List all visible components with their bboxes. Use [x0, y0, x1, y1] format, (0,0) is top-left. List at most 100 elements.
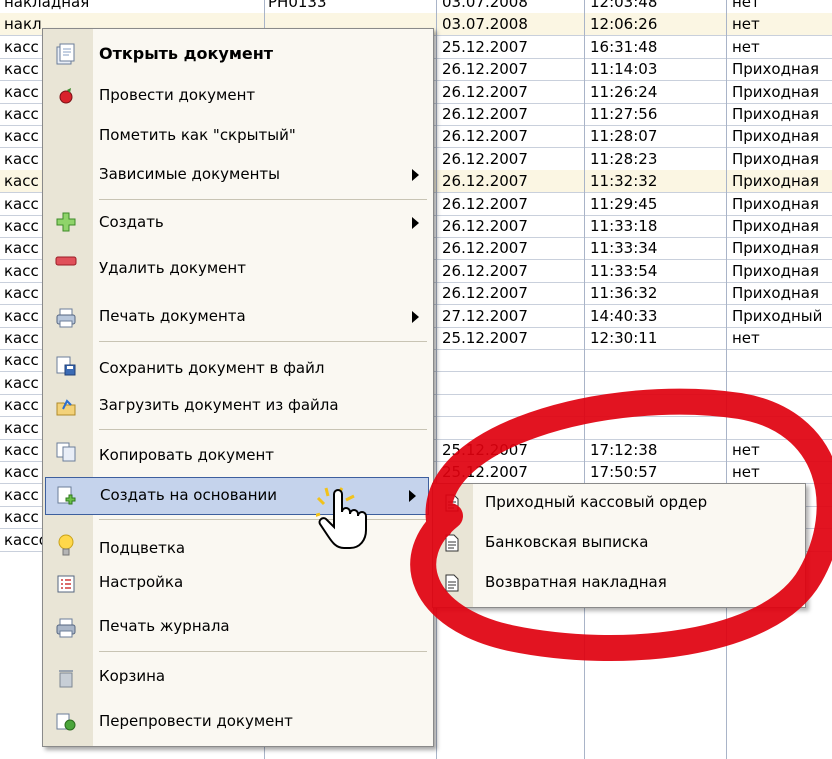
table-cell: Приходная: [732, 150, 819, 168]
document-icon: [445, 494, 459, 512]
menu-item-mark-hidden[interactable]: Пометить как "скрытый": [43, 117, 433, 153]
menu-item-print-journal[interactable]: Печать журнала: [43, 611, 433, 647]
menu-item-save-to-file[interactable]: Сохранить документ в файл: [43, 347, 433, 385]
table-cell: 26.12.2007: [442, 127, 528, 145]
menu-item-label: Печать документа: [99, 307, 246, 325]
table-cell: накладная: [4, 0, 90, 11]
table-cell: 26.12.2007: [442, 83, 528, 101]
table-cell: [442, 417, 572, 439]
menu-item-label: Загрузить документ из файла: [99, 396, 339, 414]
table-cell: 16:31:48: [590, 38, 658, 56]
table-cell: 11:36:32: [590, 284, 658, 302]
save-to-file-icon: [53, 353, 79, 379]
table-cell: 26.12.2007: [442, 60, 528, 78]
menu-item-label: Зависимые документы: [99, 165, 280, 183]
submenu-item-cash-receipt-order[interactable]: Приходный кассовый ордер: [433, 484, 805, 522]
table-cell: 11:33:54: [590, 262, 658, 280]
open-document-icon: [53, 41, 79, 67]
menu-item-label: Настройка: [99, 573, 184, 591]
table-cell: 03.07.2008: [442, 0, 528, 11]
table-cell: Приходная: [732, 83, 819, 101]
table-cell: РН0133: [268, 0, 327, 11]
menu-item-settings[interactable]: Настройка: [43, 567, 433, 603]
table-cell: 11:28:07: [590, 127, 658, 145]
table-cell: Приходная: [732, 105, 819, 123]
menu-separator: [99, 199, 427, 200]
menu-item-copy-document[interactable]: Копировать документ: [43, 433, 433, 471]
menu-item-open-document[interactable]: Открыть документ: [43, 35, 433, 75]
table-cell: 11:26:24: [590, 83, 658, 101]
column-divider: [726, 0, 727, 759]
table-cell: 11:32:32: [590, 172, 658, 190]
table-cell: 26.12.2007: [442, 195, 528, 213]
repost-document-icon: [53, 709, 79, 735]
menu-item-label: Подцветка: [99, 539, 186, 557]
menu-item-label: Открыть документ: [99, 44, 274, 63]
table-cell: [442, 394, 572, 416]
create-based-on-submenu: Приходный кассовый ордер Банковская выпи…: [432, 483, 806, 608]
table-cell: 03.07.2008: [442, 15, 528, 33]
settings-list-icon: [53, 571, 79, 597]
submenu-arrow-icon: [412, 169, 419, 181]
table-cell: 27.12.2007: [442, 307, 528, 325]
load-from-file-icon: [53, 393, 79, 419]
menu-item-create[interactable]: Создать: [43, 205, 433, 241]
table-cell: 26.12.2007: [442, 105, 528, 123]
menu-item-label: Корзина: [99, 667, 166, 685]
table-cell: Приходная: [732, 217, 819, 235]
table-cell: 26.12.2007: [442, 172, 528, 190]
submenu-item-return-invoice[interactable]: Возвратная накладная: [433, 564, 805, 602]
table-cell: 17:50:57: [590, 463, 658, 481]
menu-item-print-document[interactable]: Печать документа: [43, 299, 433, 335]
table-cell: 11:29:45: [590, 195, 658, 213]
table-row[interactable]: накладная РН0133 03.07.2008 12:03:48 нет: [0, 0, 832, 13]
table-cell: 25.12.2007: [442, 329, 528, 347]
menu-item-label: Перепровести документ: [99, 712, 293, 730]
table-cell: [590, 417, 720, 439]
table-cell: нет: [732, 0, 760, 11]
menu-item-delete-document[interactable]: Удалить документ: [43, 243, 433, 279]
create-based-on-icon: [54, 483, 80, 509]
table-cell: Приходная: [732, 239, 819, 257]
table-cell: нет: [732, 329, 760, 347]
menu-separator: [99, 519, 427, 520]
menu-separator: [99, 341, 427, 342]
table-cell: [732, 417, 832, 439]
table-cell: 11:27:56: [590, 105, 658, 123]
submenu-item-label: Банковская выписка: [485, 533, 649, 551]
menu-item-label: Пометить как "скрытый": [99, 126, 296, 144]
table-cell: 26.12.2007: [442, 239, 528, 257]
menu-item-label: Провести документ: [99, 86, 256, 104]
submenu-item-label: Приходный кассовый ордер: [485, 493, 708, 511]
table-cell: 26.12.2007: [442, 217, 528, 235]
hand-cursor-icon: [316, 487, 367, 549]
menu-item-load-from-file[interactable]: Загрузить документ из файла: [43, 389, 433, 425]
table-cell: 17:12:38: [590, 441, 658, 459]
table-cell: 11:14:03: [590, 60, 658, 78]
table-cell: Приходная: [732, 262, 819, 280]
document-icon: [445, 534, 459, 552]
table-cell: 11:33:18: [590, 217, 658, 235]
post-document-icon: [53, 83, 79, 109]
menu-item-label: Удалить документ: [99, 259, 246, 277]
menu-item-post-document[interactable]: Провести документ: [43, 79, 433, 115]
table-cell: Приходная: [732, 60, 819, 78]
table-cell: [442, 349, 572, 371]
table-cell: Приходная: [732, 284, 819, 302]
table-cell: [732, 349, 832, 371]
context-menu: Открыть документ Провести документ Помет…: [42, 28, 434, 747]
trash-icon: [53, 665, 79, 691]
column-divider: [436, 0, 437, 759]
lightbulb-icon: [53, 533, 79, 559]
menu-item-dependent-documents[interactable]: Зависимые документы: [43, 155, 433, 195]
table-cell: 26.12.2007: [442, 262, 528, 280]
menu-item-trash[interactable]: Корзина: [43, 655, 433, 695]
table-cell: [590, 372, 720, 394]
table-cell: [590, 394, 720, 416]
table-cell: Приходная: [732, 127, 819, 145]
menu-item-repost-document[interactable]: Перепровести документ: [43, 705, 433, 741]
table-cell: 12:03:48: [590, 0, 658, 11]
submenu-item-bank-statement[interactable]: Банковская выписка: [433, 524, 805, 562]
submenu-arrow-icon: [412, 311, 419, 323]
print-document-icon: [53, 305, 79, 331]
